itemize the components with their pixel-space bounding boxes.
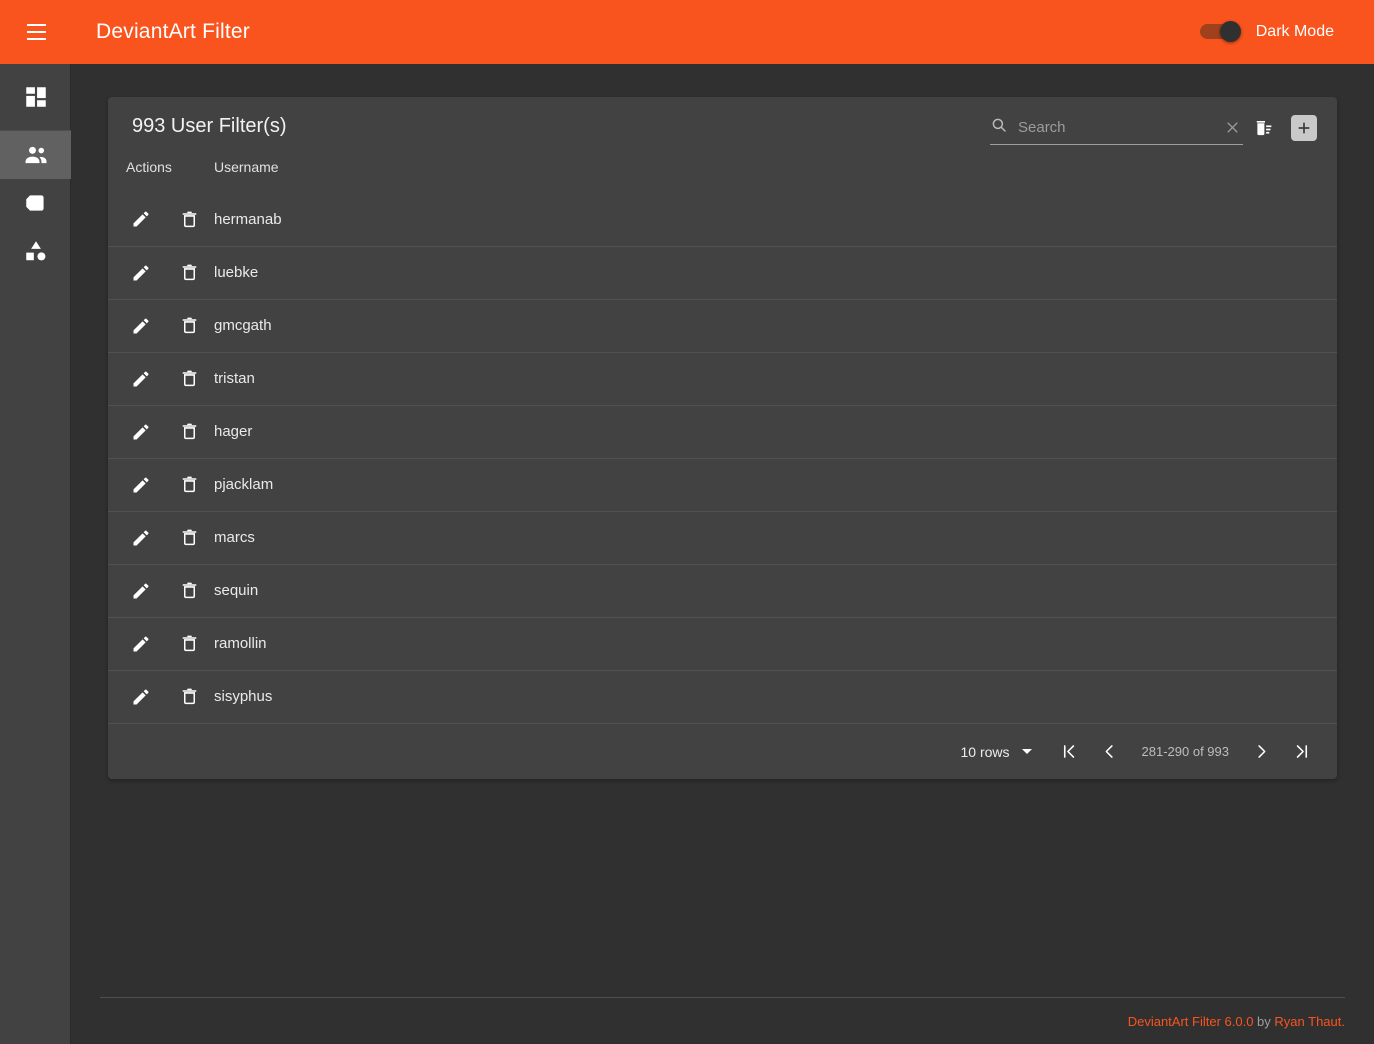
edit-pencil-icon[interactable] [126,629,156,659]
table-row: pjacklam [108,457,1337,511]
table-header-row: Actions Username [108,159,1337,193]
column-header-username: Username [214,159,279,175]
table-row: luebke [108,245,1337,299]
search-field[interactable] [990,111,1243,145]
page-range-label: 281-290 of 993 [1141,744,1229,759]
delete-trash-icon[interactable] [174,364,204,394]
dark-mode-toggle[interactable] [1199,21,1244,43]
menu-line [26,38,46,40]
table-row: marcs [108,510,1337,564]
delete-trash-icon[interactable] [174,417,204,447]
category-icon [23,238,49,264]
edit-pencil-icon[interactable] [126,258,156,288]
row-actions-cell [108,616,208,670]
menu-line [26,24,46,26]
username-cell: ramollin [208,616,1337,670]
row-actions-cell [108,457,208,511]
footer-app-link[interactable]: DeviantArt Filter 6.0.0 [1128,1014,1254,1029]
first-page-icon[interactable] [1050,732,1090,772]
table-row: sequin [108,563,1337,617]
main-content: 993 User Filter(s) Search Actions Userna… [71,64,1374,1044]
card-toolbar [990,111,1317,145]
delete-trash-icon[interactable] [174,682,204,712]
table-row: ramollin [108,616,1337,670]
app-bar: DeviantArt Filter Dark Mode [0,0,1374,64]
delete-trash-icon[interactable] [174,204,204,234]
username-cell: tristan [208,351,1337,405]
edit-pencil-icon[interactable] [126,470,156,500]
close-icon[interactable] [1221,117,1243,139]
rows-per-page-label: 10 rows [960,743,1010,760]
username-cell: luebke [208,245,1337,299]
edit-pencil-icon[interactable] [126,682,156,712]
user-filters-card: 993 User Filter(s) Search Actions Userna… [108,97,1337,779]
sidebar-item-dashboard[interactable] [0,64,71,130]
edit-pencil-icon[interactable] [126,364,156,394]
row-actions-cell [108,510,208,564]
edit-pencil-icon[interactable] [126,576,156,606]
add-icon[interactable] [1291,115,1317,141]
page-title: 993 User Filter(s) [132,115,287,137]
search-icon [990,116,1008,139]
row-actions-cell [108,669,208,723]
dark-mode-control[interactable]: Dark Mode [1199,0,1334,64]
sidebar-item-users[interactable] [0,131,71,179]
last-page-icon[interactable] [1281,732,1321,772]
delete-trash-icon[interactable] [174,470,204,500]
username-cell: sequin [208,563,1337,617]
row-actions-cell [108,245,208,299]
delete-sweep-icon[interactable] [1243,111,1283,145]
dark-mode-label: Dark Mode [1255,23,1334,40]
row-actions-cell [108,404,208,458]
row-actions-cell [108,563,208,617]
sidebar-item-tags[interactable] [0,179,71,227]
dashboard-icon [23,84,49,110]
row-actions-cell [108,351,208,405]
table-body: hermanab luebke gmcgath tristan hager pjackla… [108,193,1337,723]
delete-trash-icon[interactable] [174,523,204,553]
table-row: tristan [108,351,1337,405]
paginator: 10 rows 281-290 of 993 [108,723,1337,779]
chevron-left-icon[interactable] [1090,732,1130,772]
rows-per-page-select[interactable]: 10 rows [961,744,1032,760]
toggle-knob[interactable] [1219,21,1241,42]
search-input[interactable] [1018,119,1221,136]
table-row: hager [108,404,1337,458]
delete-trash-icon[interactable] [174,629,204,659]
username-cell: marcs [208,510,1337,564]
footer-by-text: by [1253,1014,1275,1029]
menu-line [26,31,46,33]
username-cell: pjacklam [208,457,1337,511]
delete-trash-icon[interactable] [174,258,204,288]
table-row: gmcgath [108,298,1337,352]
username-cell: hermanab [214,210,282,228]
row-actions-cell [108,193,208,246]
sidebar [0,64,71,1044]
chevron-right-icon[interactable] [1241,732,1281,772]
row-actions-cell [108,298,208,352]
edit-pencil-icon[interactable] [126,204,156,234]
edit-pencil-icon[interactable] [126,523,156,553]
table-row: hermanab [108,193,1337,246]
card-header: 993 User Filter(s) [108,97,1337,159]
edit-pencil-icon[interactable] [126,311,156,341]
column-header-actions: Actions [126,159,172,175]
chevron-down-icon [1021,749,1032,754]
user-filters-table: Actions Username hermanab luebke gmcgath tr… [108,159,1337,723]
footer: DeviantArt Filter 6.0.0 by Ryan Thaut. [100,997,1345,1029]
hamburger-menu-icon[interactable] [16,12,56,52]
table-row: sisyphus [108,669,1337,723]
username-cell: sisyphus [208,669,1337,723]
delete-trash-icon[interactable] [174,311,204,341]
delete-trash-icon[interactable] [174,576,204,606]
username-cell: hager [208,404,1337,458]
app-title: DeviantArt Filter [96,20,250,43]
tag-icon [23,190,49,216]
sidebar-item-categories[interactable] [0,227,71,275]
username-cell: gmcgath [208,298,1337,352]
footer-author-link[interactable]: Ryan Thaut. [1274,1014,1345,1029]
people-icon [22,141,50,169]
edit-pencil-icon[interactable] [126,417,156,447]
